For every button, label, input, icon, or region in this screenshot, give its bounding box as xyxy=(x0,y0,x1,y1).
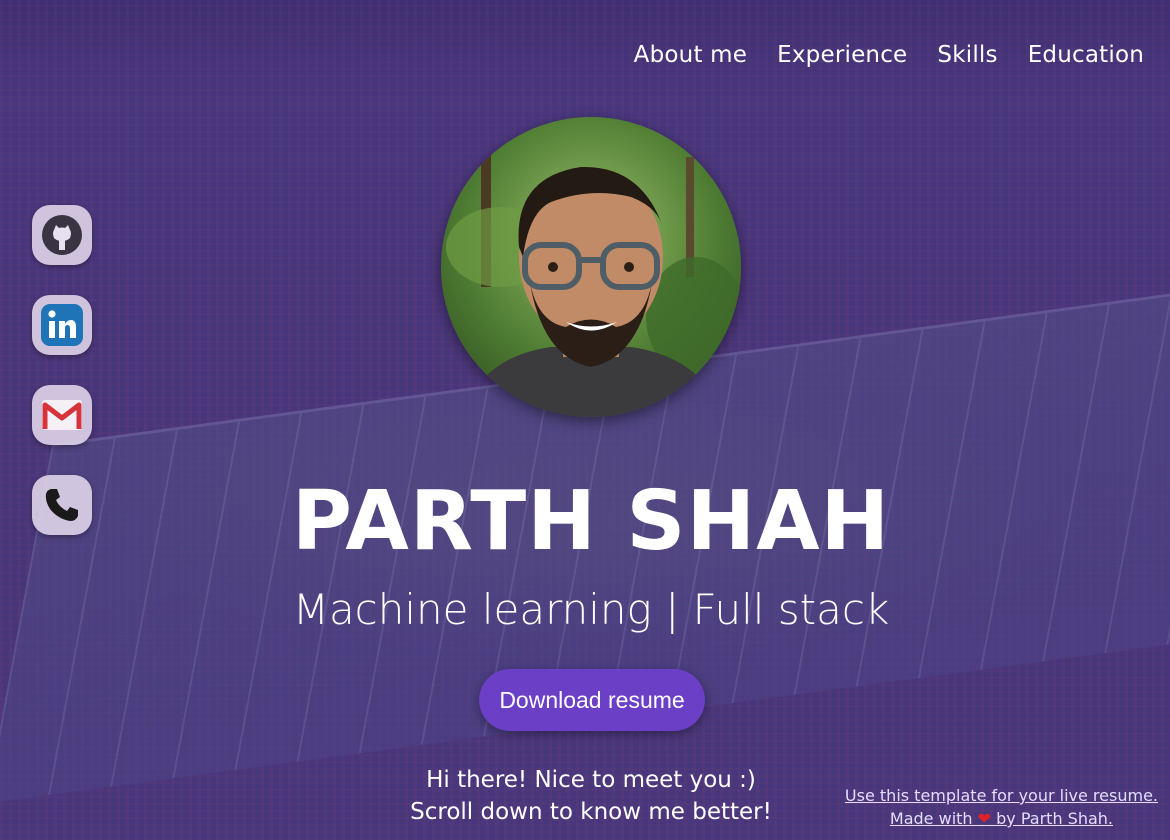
profile-subtitle: Machine learning | Full stack xyxy=(292,585,890,634)
top-navigation: About me Experience Skills Education xyxy=(634,42,1144,68)
github-icon xyxy=(42,215,82,255)
download-resume-button[interactable]: Download resume xyxy=(479,669,705,731)
nav-experience[interactable]: Experience xyxy=(777,42,907,68)
nav-education[interactable]: Education xyxy=(1028,42,1144,68)
github-button[interactable] xyxy=(32,205,92,265)
made-by-link[interactable]: Made with ❤ by Parth Shah. xyxy=(890,809,1113,828)
linkedin-icon xyxy=(41,304,83,346)
nav-about-me[interactable]: About me xyxy=(634,42,747,68)
heart-icon: ❤ xyxy=(977,809,992,828)
gmail-button[interactable] xyxy=(32,385,92,445)
linkedin-button[interactable] xyxy=(32,295,92,355)
footer-note: Use this template for your live resume. … xyxy=(845,784,1158,830)
profile-portrait-image xyxy=(441,117,741,417)
nav-skills[interactable]: Skills xyxy=(937,42,997,68)
profile-photo xyxy=(441,117,741,417)
gmail-icon xyxy=(42,400,82,430)
made-with-text: Made with xyxy=(889,809,973,828)
made-by-text: by Parth Shah. xyxy=(996,809,1113,828)
template-link[interactable]: Use this template for your live resume. xyxy=(845,786,1158,805)
profile-name: PARTH SHAH xyxy=(291,474,891,569)
